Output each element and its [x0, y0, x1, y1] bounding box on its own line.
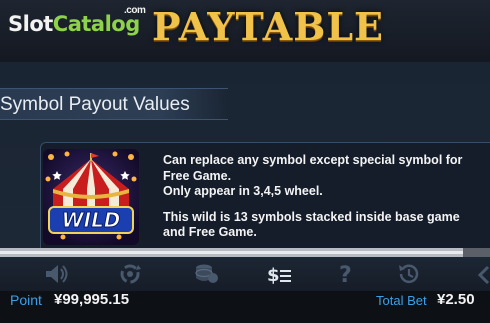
wild-symbol-card: WILD Can replace any symbol except speci… [40, 142, 490, 248]
total-bet-label: Total Bet [376, 293, 427, 308]
back-arrow-icon[interactable] [470, 261, 490, 287]
wild-desc-line-3: This wild is 13 symbols stacked inside b… [163, 209, 460, 240]
horizontal-scrollbar[interactable] [0, 248, 490, 257]
paytable-content[interactable]: Symbol Payout Values WILD Can replace an… [0, 62, 490, 248]
slotcatalog-logo: SlotCatalog .com [8, 5, 146, 42]
help-icon[interactable]: ? [332, 261, 360, 288]
history-icon[interactable] [395, 261, 423, 287]
point-value: ¥99,995.15 [54, 291, 130, 308]
point-label: Point [10, 292, 42, 308]
svg-text:?: ? [339, 263, 352, 287]
bottom-toolbar: $ ? [0, 257, 490, 291]
logo-com-text: .com [124, 5, 146, 16]
section-title: Symbol Payout Values [0, 94, 190, 115]
page-title: PAYTABLE [152, 4, 385, 49]
svg-text:$: $ [267, 265, 280, 286]
wild-label: WILD [62, 208, 121, 232]
total-bet-value: ¥2.50 [437, 291, 475, 308]
section-header: Symbol Payout Values [0, 88, 228, 120]
wild-symbol-icon: WILD [43, 149, 139, 245]
scrollbar-thumb[interactable] [463, 248, 490, 257]
paytable-icon[interactable]: $ [265, 261, 293, 287]
wild-desc-line-1: Can replace any symbol except special sy… [163, 153, 463, 183]
scrollbar-track [0, 251, 490, 254]
wild-desc-line-2: Only appear in 3,4,5 wheel. [163, 184, 323, 198]
chips-icon[interactable] [192, 261, 220, 287]
wild-description: Can replace any symbol except special sy… [163, 153, 483, 248]
sound-icon[interactable] [42, 261, 70, 287]
header: SlotCatalog .com PAYTABLE [0, 0, 490, 62]
logo-slot-text: Slot [8, 12, 53, 36]
autoplay-icon[interactable] [116, 261, 144, 287]
status-bar: Point ¥99,995.15 Total Bet ¥2.50 [0, 291, 490, 323]
